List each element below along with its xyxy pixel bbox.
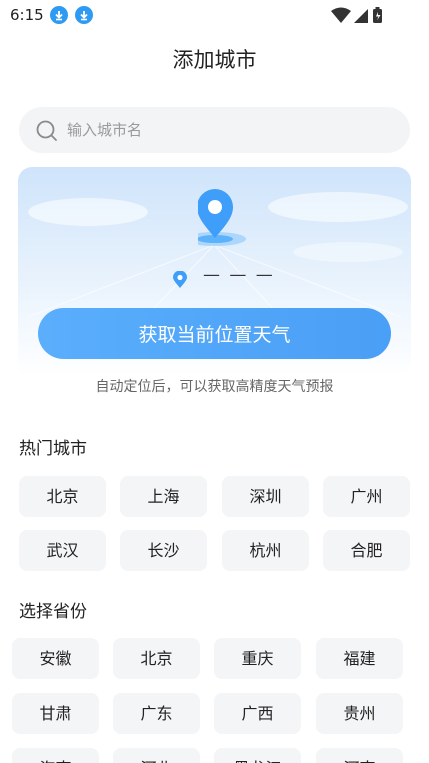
provinces-title: 选择省份 [19, 602, 87, 622]
current-location-text: — — — [203, 265, 275, 285]
province-chip[interactable]: 海南 [12, 748, 99, 763]
system-status-icons [331, 7, 382, 23]
hot-city-chip[interactable]: 长沙 [120, 530, 207, 571]
page-title: 添加城市 [172, 48, 257, 72]
status-time: 6:15 [10, 6, 44, 24]
hot-city-chip[interactable]: 武汉 [19, 530, 106, 571]
hot-city-chip[interactable]: 深圳 [222, 476, 309, 517]
locate-hint: 自动定位后，可以获取高精度天气预报 [95, 379, 334, 395]
province-chip[interactable]: 河北 [113, 748, 200, 763]
hot-city-chip[interactable]: 合肥 [323, 530, 410, 571]
province-chip[interactable]: 重庆 [214, 638, 301, 679]
province-chip[interactable]: 广东 [113, 693, 200, 734]
hot-city-chip[interactable]: 上海 [120, 476, 207, 517]
current-location-icon [173, 271, 187, 288]
locate-card: — — — 获取当前位置天气 [18, 167, 411, 377]
province-chip[interactable]: 北京 [113, 638, 200, 679]
province-chip[interactable]: 黑龙江 [214, 748, 301, 763]
search-icon [36, 120, 57, 141]
search-input[interactable] [67, 107, 387, 153]
hot-cities-title: 热门城市 [19, 439, 87, 459]
get-location-weather-button[interactable]: 获取当前位置天气 [38, 308, 391, 359]
province-chip[interactable]: 广西 [214, 693, 301, 734]
download-icon [75, 6, 93, 24]
download-icon [50, 6, 68, 24]
signal-icon [354, 9, 368, 23]
province-chip[interactable]: 贵州 [316, 693, 403, 734]
province-chip[interactable]: 安徽 [12, 638, 99, 679]
search-box[interactable] [19, 107, 410, 153]
province-chip[interactable]: 河南 [316, 748, 403, 763]
province-chip[interactable]: 甘肃 [12, 693, 99, 734]
province-chip[interactable]: 福建 [316, 638, 403, 679]
hot-city-chip[interactable]: 广州 [323, 476, 410, 517]
location-pin-icon [198, 189, 246, 246]
status-bar: 6:15 [0, 0, 429, 30]
hot-city-chip[interactable]: 北京 [19, 476, 106, 517]
hot-city-chip[interactable]: 杭州 [222, 530, 309, 571]
wifi-icon [331, 7, 351, 23]
